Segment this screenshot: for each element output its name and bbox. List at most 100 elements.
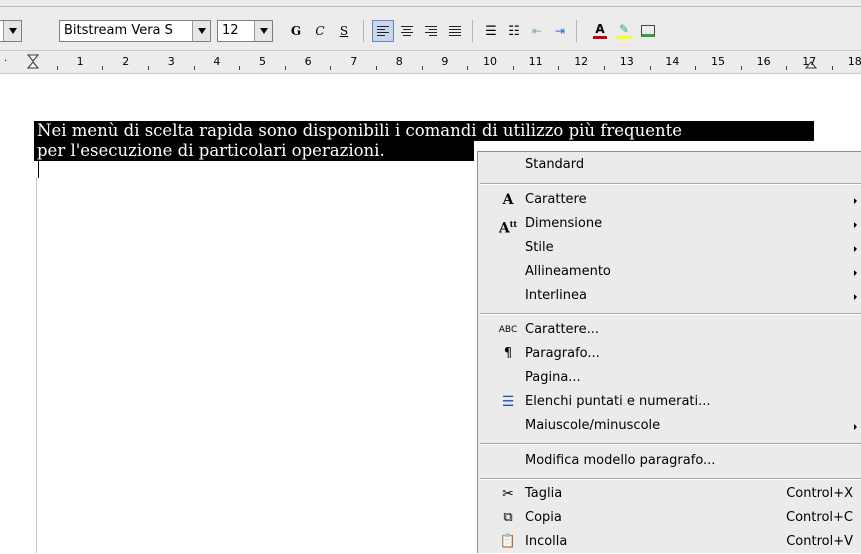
submenu-arrow-icon — [854, 270, 857, 276]
menu-item-label: Pagina... — [525, 370, 581, 385]
ruler-number: 3 — [167, 55, 175, 68]
numbered-list-icon: ☰ — [485, 23, 497, 39]
menu-separator — [480, 478, 861, 480]
highlighter-icon: ✎ — [618, 22, 630, 36]
underline-icon: S — [339, 24, 349, 38]
highlight-button[interactable]: ✎ — [613, 20, 635, 42]
menu-item-dimensione[interactable]: Att Dimensione — [478, 212, 861, 237]
text-cursor — [38, 161, 39, 178]
ruler-tick — [421, 66, 423, 70]
menu-item-modifica-modello[interactable]: Modifica modello paragrafo... — [478, 449, 861, 473]
align-left-icon — [377, 26, 389, 36]
ruler-tick — [148, 66, 149, 70]
ruler-tick — [649, 66, 651, 70]
left-indent-marker-icon[interactable] — [27, 54, 39, 70]
ruler-number: 8 — [395, 55, 403, 68]
font-color-button[interactable]: A — [589, 20, 611, 42]
menu-item-allineamento[interactable]: Allineamento — [478, 260, 861, 284]
justify-button[interactable] — [444, 20, 466, 42]
decrease-indent-button[interactable]: ⇤ — [526, 20, 548, 42]
ruler-number: 10 — [483, 55, 497, 68]
context-menu: Standard A Carattere Att Dimensione Stil… — [477, 151, 861, 553]
ruler-number: 14 — [665, 55, 680, 68]
menu-item-carattere-submenu[interactable]: A Carattere — [478, 188, 861, 212]
ruler-tick — [695, 66, 697, 70]
bullets-button[interactable]: ☷ — [503, 20, 525, 42]
submenu-arrow-icon — [854, 294, 857, 300]
horizontal-ruler[interactable]: · 1 2 3 4 5 6 7 8 9 10 11 12 13 14 15 16 17 18 — [0, 51, 861, 74]
menu-item-stile[interactable]: Stile — [478, 236, 861, 260]
font-name-dropdown-arrow[interactable] — [192, 21, 210, 41]
menu-item-label: Taglia — [525, 486, 563, 501]
menu-item-elenchi[interactable]: ☰ Elenchi puntati e numerati... — [478, 390, 861, 414]
menu-item-label: Copia — [525, 510, 562, 525]
menu-item-label: Maiuscole/minuscole — [525, 418, 661, 433]
ruler-number: 18 — [847, 55, 861, 68]
toolbar-separator — [363, 20, 364, 42]
background-color-button[interactable] — [637, 20, 659, 42]
menu-item-label: Interlinea — [525, 288, 587, 303]
menu-separator — [480, 313, 861, 315]
font-color-icon: A — [595, 22, 605, 36]
menu-item-maiuscole[interactable]: Maiuscole/minuscole — [478, 414, 861, 438]
ruler-tick — [604, 66, 605, 70]
bold-icon: G — [290, 24, 302, 38]
menu-item-taglia[interactable]: ✂ Taglia Control+X — [478, 482, 861, 506]
ruler-number: 13 — [619, 55, 634, 68]
underline-button[interactable]: S — [333, 20, 355, 42]
paragraph-icon: ¶ — [503, 346, 513, 361]
numbering-button[interactable]: ☰ — [480, 20, 502, 42]
ruler-number: 12 — [574, 55, 589, 68]
menu-item-label: Carattere — [525, 192, 587, 207]
ruler-number: 15 — [711, 55, 725, 68]
font-name-combobox[interactable]: Bitstream Vera S — [59, 20, 211, 42]
ruler-number: 2 — [122, 55, 130, 68]
align-center-button[interactable] — [396, 20, 418, 42]
menu-item-label: Carattere... — [525, 322, 600, 337]
ruler-number: 17 — [802, 55, 817, 68]
menu-item-incolla[interactable]: 📋 Incolla Control+V — [478, 530, 861, 554]
italic-icon: C — [315, 24, 325, 38]
decrease-indent-icon: ⇤ — [531, 24, 543, 38]
ruler-number: 4 — [213, 55, 221, 68]
selected-text: Nei menù di scelta rapida sono disponibi… — [37, 121, 683, 140]
align-right-button[interactable] — [420, 20, 442, 42]
font-color-swatch — [593, 36, 607, 39]
font-name-value: Bitstream Vera S — [64, 23, 173, 38]
ruler-tick — [786, 66, 788, 70]
style-dropdown-arrow[interactable] — [3, 21, 21, 41]
menu-item-paragrafo[interactable]: ¶ Paragrafo... — [478, 342, 861, 366]
copy-icon: ⧉ — [503, 510, 513, 525]
selected-text-line-2[interactable]: per l'esecuzione di particolari operazio… — [34, 141, 474, 161]
ruler-number: 6 — [304, 55, 312, 68]
italic-button[interactable]: C — [309, 20, 331, 42]
ruler-number: 7 — [350, 55, 358, 68]
paste-icon: 📋 — [499, 534, 517, 549]
selected-text-line-1[interactable]: Nei menù di scelta rapida sono disponibi… — [34, 121, 814, 141]
align-center-icon — [401, 26, 413, 36]
menu-item-pagina[interactable]: Pagina... — [478, 366, 861, 390]
submenu-arrow-icon — [854, 246, 857, 252]
character-dialog-icon: ABC — [498, 325, 518, 335]
menu-item-standard[interactable]: Standard — [478, 153, 861, 177]
menu-item-interlinea[interactable]: Interlinea — [478, 284, 861, 308]
ruler-tick — [832, 66, 833, 70]
paragraph-background-icon — [641, 25, 655, 37]
toolbar-separator — [576, 20, 577, 42]
menu-item-copia[interactable]: ⧉ Copia Control+C — [478, 506, 861, 530]
font-size-value: 12 — [222, 23, 239, 38]
font-size-combobox[interactable]: 12 — [217, 20, 273, 42]
menu-item-label: Incolla — [525, 534, 568, 549]
ruler-tick — [193, 66, 195, 70]
menu-item-label: Stile — [525, 240, 554, 255]
bold-button[interactable]: G — [285, 20, 307, 42]
align-left-button[interactable] — [372, 20, 394, 42]
style-dropdown[interactable] — [0, 20, 22, 42]
formatting-toolbar: Bitstream Vera S 12 G C S ☰ ☷ ⇤ ⇥ A ✎ — [0, 0, 861, 51]
chevron-down-icon — [197, 28, 206, 34]
increase-indent-button[interactable]: ⇥ — [549, 20, 571, 42]
menu-item-carattere-dialog[interactable]: ABC Carattere... — [478, 318, 861, 342]
ruler-dots: · — [4, 56, 8, 67]
font-size-dropdown-arrow[interactable] — [254, 21, 272, 41]
menu-item-label: Dimensione — [525, 216, 603, 231]
